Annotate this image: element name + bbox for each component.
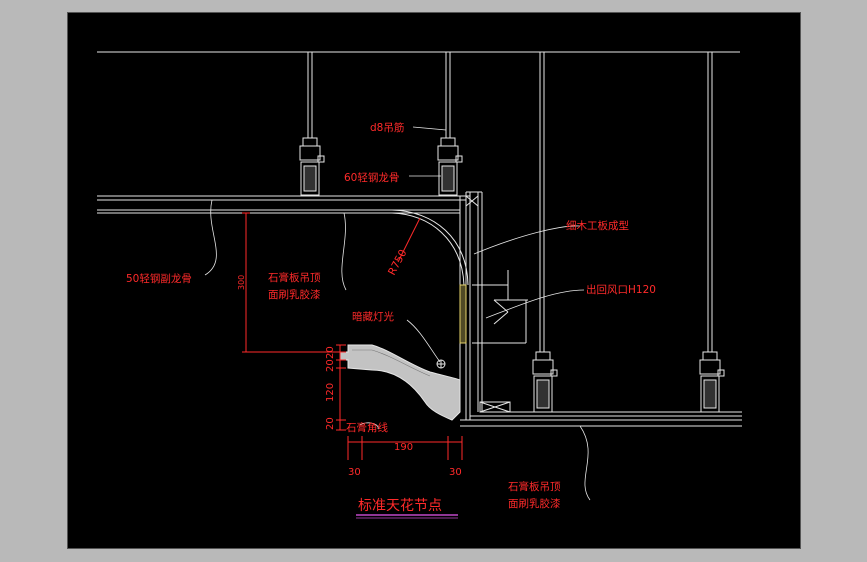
label-air-outlet: 出回风口H120: [586, 283, 656, 296]
dim-20-a: 20: [325, 346, 336, 359]
dim-30-left: 30: [348, 467, 361, 478]
label-rod: d8吊筋: [370, 121, 404, 134]
gypsum-cornice: [339, 344, 461, 421]
keel-hanger-1: [299, 137, 325, 196]
label-gypsum-top-1: 石膏板吊顶: [268, 271, 321, 284]
label-radius: R750: [386, 248, 409, 278]
label-gypsum-bottom-1: 石膏板吊顶: [508, 480, 561, 493]
label-main-keel: 60轻钢龙骨: [344, 171, 399, 184]
curved-cove-arc: [391, 212, 465, 286]
label-gypsum-bottom-2: 面刷乳胶漆: [508, 497, 561, 510]
hidden-light-fixture: [436, 359, 446, 369]
keel-hanger-4: [699, 351, 725, 413]
keel-hanger-2: [437, 137, 463, 196]
ceiling-detail-drawing: d8吊筋 60轻钢龙骨 50轻钢副龙骨 石膏板吊顶 面刷乳胶漆 R750 细木工…: [97, 51, 742, 519]
label-hidden-light: 暗藏灯光: [352, 310, 394, 323]
label-sub-keel: 50轻钢副龙骨: [126, 272, 192, 285]
label-wood-shape: 细木工板成型: [566, 219, 629, 232]
hanger-rods: [307, 52, 713, 352]
dim-300: 300: [237, 275, 246, 290]
label-gypsum-molding: 石膏角线: [346, 421, 388, 434]
drawing-title: 标准天花节点: [358, 498, 442, 514]
cad-viewport: d8吊筋 60轻钢龙骨 50轻钢副龙骨 石膏板吊顶 面刷乳胶漆 R750 细木工…: [0, 0, 867, 562]
dim-20-b: 20: [325, 359, 336, 372]
label-gypsum-top-2: 面刷乳胶漆: [268, 288, 321, 301]
lower-ceiling-board: [460, 401, 742, 427]
dim-190: 190: [394, 442, 413, 453]
keel-hanger-3: [532, 351, 558, 413]
dim-20-c: 20: [325, 417, 336, 430]
upper-ceiling-board: [97, 195, 470, 214]
dim-120: 120: [325, 383, 336, 402]
dim-30-right: 30: [449, 467, 462, 478]
